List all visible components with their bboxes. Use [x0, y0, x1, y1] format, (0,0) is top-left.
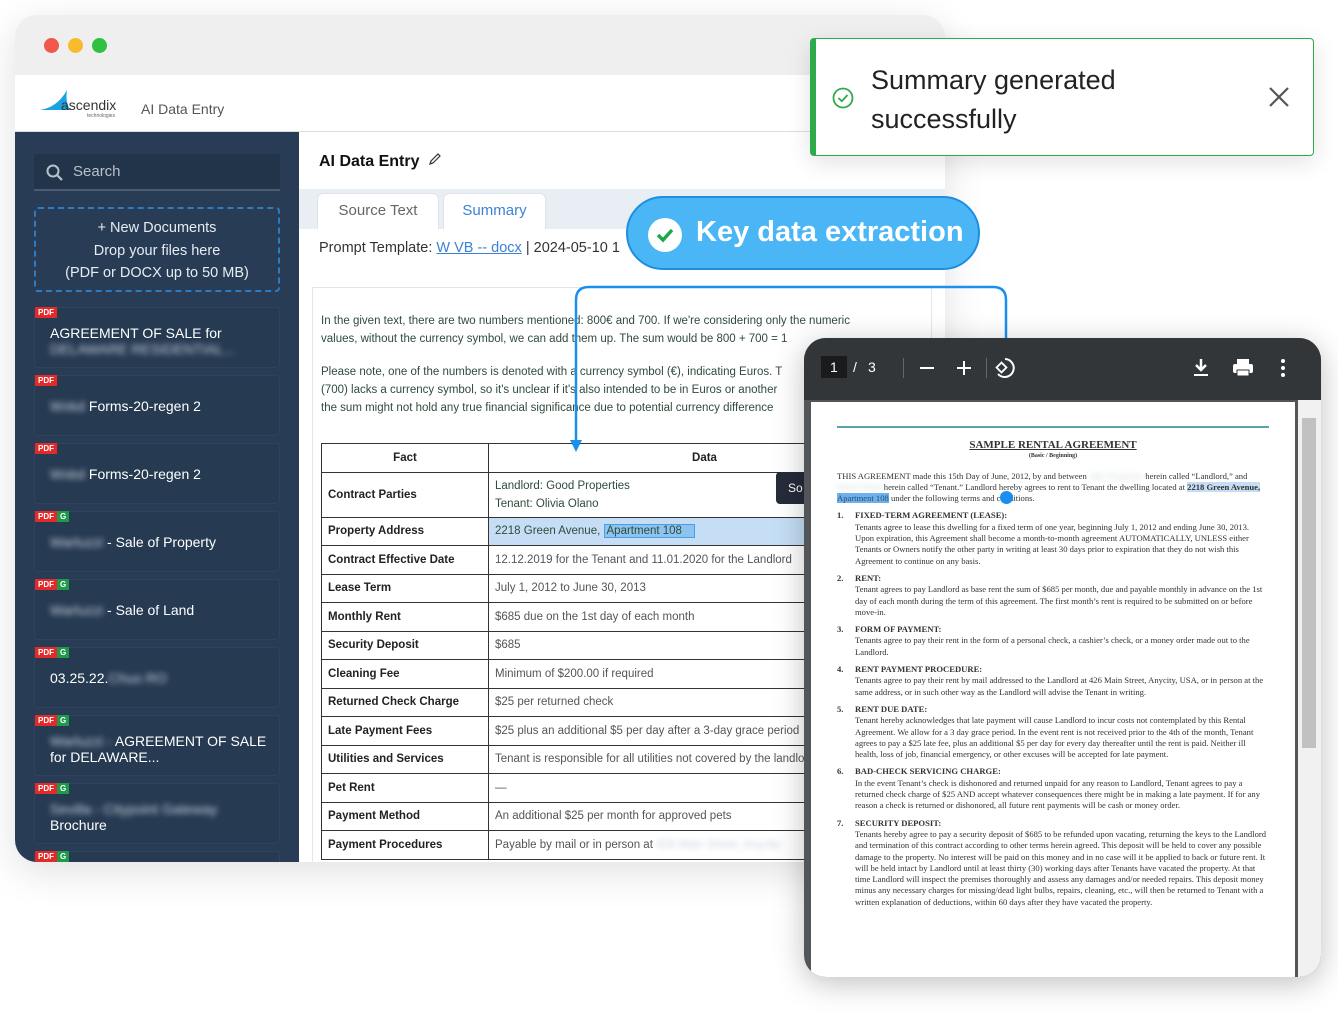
agreement-section: 2. RENT: Tenant agrees to pay Landlord as … — [837, 572, 1263, 617]
rotate-icon[interactable] — [994, 357, 1016, 379]
agreement-section: 3. FORM OF PAYMENT: Tenants agree to pay t… — [837, 624, 1250, 657]
check-circle-icon — [832, 87, 854, 109]
connector-dot — [1000, 491, 1013, 504]
agreement-section: 6. BAD-CHECK SERVICING CHARGE: In the even… — [837, 766, 1261, 811]
agreement-section: 5. RENT DUE DATE: Tenant hereby acknowledg… — [837, 703, 1254, 760]
page-separator: / — [853, 359, 857, 375]
highlighted-address: 2218 Green Avenue, — [1187, 481, 1261, 492]
pdf-toolbar: 1 / 3 — [804, 338, 1321, 400]
pdf-viewer: 1 / 3 SAMPLE RENTAL AGREEMENT (Basic / B… — [804, 338, 1321, 977]
check-circle-icon — [648, 218, 682, 252]
page-number-input[interactable]: 1 — [821, 356, 847, 378]
close-icon[interactable] — [1268, 86, 1290, 108]
toast-message: Summary generated successfully — [871, 65, 1116, 134]
highlighted-apartment: Apartment 108 — [837, 493, 889, 504]
key-data-extraction-callout: Key data extraction — [626, 196, 980, 270]
more-options-icon[interactable] — [1280, 358, 1286, 378]
document-subtitle: (Basic / Beginning) — [1028, 453, 1078, 460]
pdf-scrollbar[interactable] — [1298, 400, 1321, 977]
download-icon[interactable] — [1192, 358, 1210, 378]
zoom-out-icon[interactable] — [919, 360, 935, 376]
print-icon[interactable] — [1232, 358, 1254, 378]
success-toast: Summary generated successfully — [810, 38, 1314, 156]
agreement-section: 1. FIXED-TERM AGREEMENT (LEASE): Tenants a… — [837, 510, 1250, 566]
page-total: 3 — [868, 359, 876, 375]
agreement-intro: THIS AGREEMENT made this 15th Day of Jun… — [837, 470, 1261, 504]
zoom-in-icon[interactable] — [956, 360, 972, 376]
agreement-section: 7. SECURITY DEPOSIT: Tenants hereby agree … — [837, 817, 1267, 907]
document-title: SAMPLE RENTAL AGREEMENT — [969, 439, 1137, 451]
agreement-section: 4. RENT PAYMENT PROCEDURE: Tenants agree t… — [837, 664, 1264, 697]
pdf-page: SAMPLE RENTAL AGREEMENT (Basic / Beginni… — [811, 402, 1295, 977]
